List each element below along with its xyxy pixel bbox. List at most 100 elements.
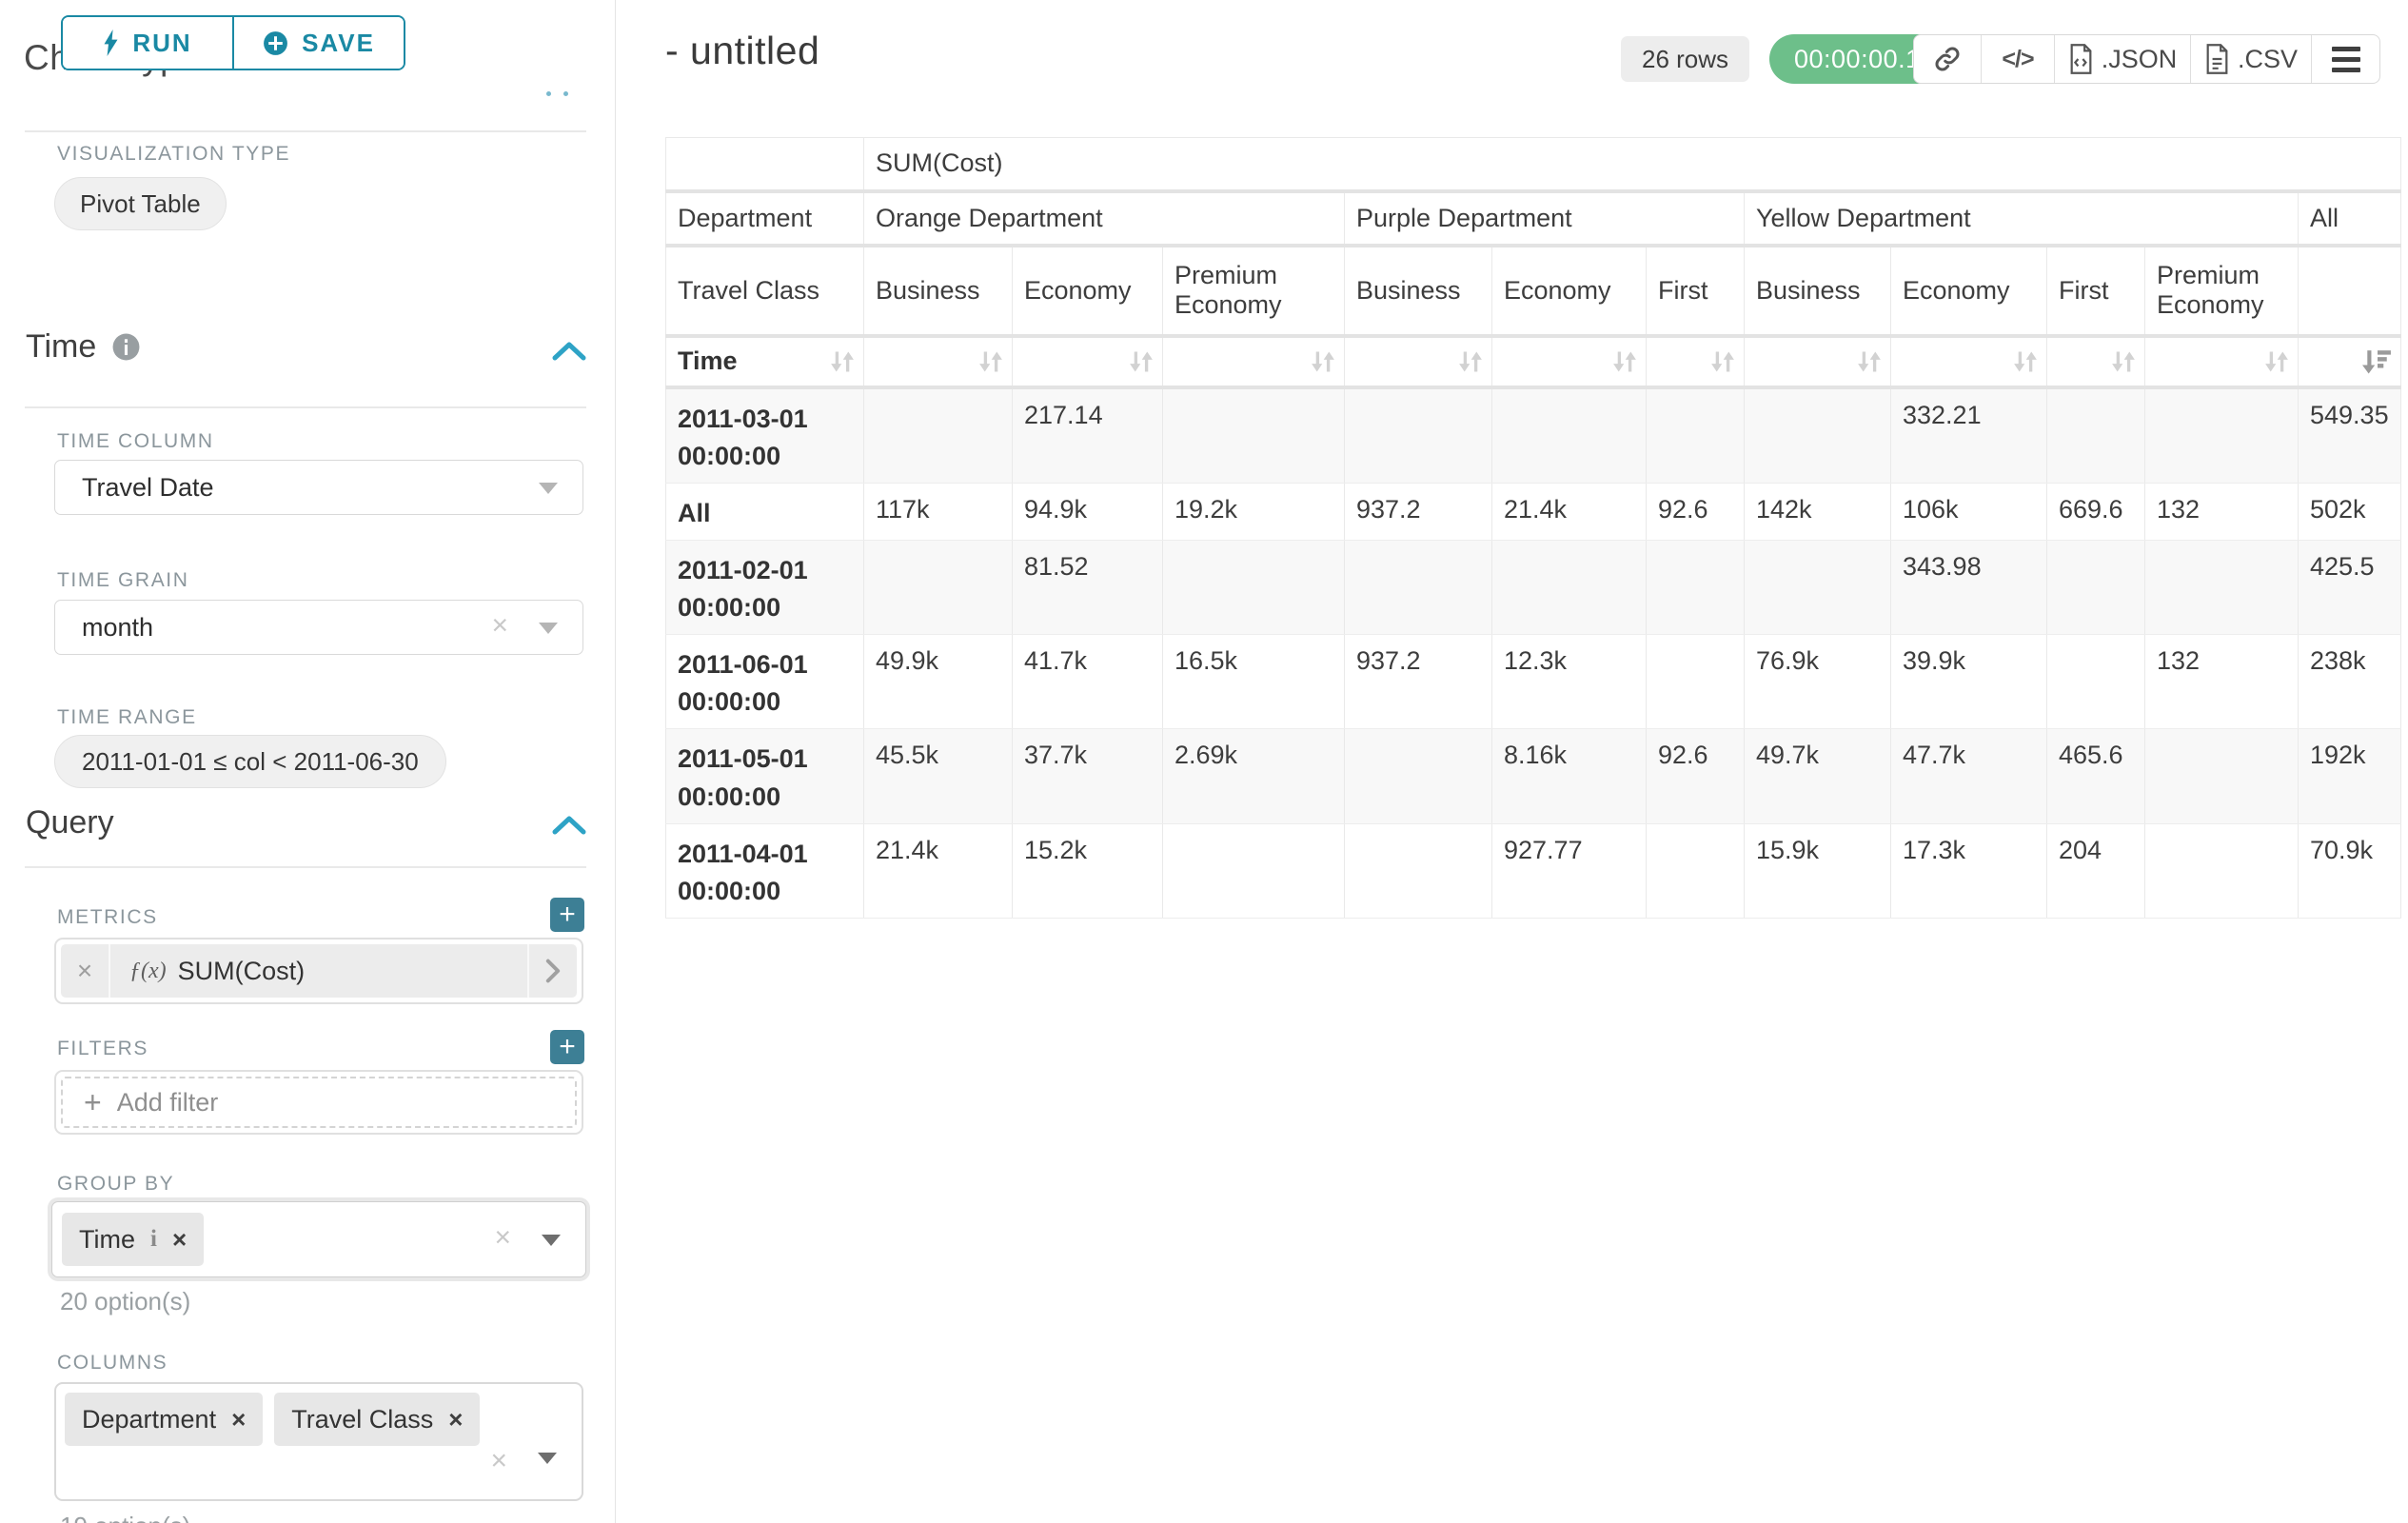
sort-header[interactable] — [1745, 336, 1891, 387]
metric-name: SUM(Cost) — [178, 957, 306, 986]
columns-chip[interactable]: Travel Class × — [274, 1393, 480, 1446]
collapse-query-icon[interactable] — [552, 814, 586, 837]
control-panel: Chart Type RUN SAVE VISUALIZATION TYPE P… — [0, 0, 616, 1523]
table-cell — [1163, 387, 1345, 484]
corner-cell — [666, 138, 864, 191]
sort-header[interactable] — [1013, 336, 1163, 387]
columns-chip[interactable]: Department × — [65, 1393, 263, 1446]
expand-metric-icon[interactable] — [527, 944, 577, 998]
table-cell: 217.14 — [1013, 387, 1163, 484]
export-json-button[interactable]: .JSON — [2054, 35, 2190, 83]
sort-icon — [829, 348, 856, 375]
table-cell — [1345, 729, 1492, 823]
export-csv-button[interactable]: .CSV — [2190, 35, 2311, 83]
table-cell — [1163, 540, 1345, 634]
file-code-icon — [2068, 44, 2094, 74]
sort-header[interactable] — [864, 336, 1013, 387]
table-cell: 49.9k — [864, 635, 1013, 729]
table-cell: 132 — [2145, 483, 2299, 540]
columns-select[interactable]: Department × Travel Class × × — [54, 1382, 583, 1501]
table-cell: 21.4k — [1492, 483, 1647, 540]
add-filter-dropzone[interactable]: + Add filter — [61, 1077, 577, 1128]
col-header: Business — [864, 246, 1013, 336]
table-cell: 49.7k — [1745, 729, 1891, 823]
code-icon: </> — [2002, 46, 2033, 73]
export-toolbar: </> .JSON .CSV — [1913, 34, 2380, 84]
remove-chip-icon[interactable]: × — [448, 1405, 463, 1434]
run-button-label: RUN — [132, 29, 191, 58]
sort-header[interactable] — [1163, 336, 1345, 387]
remove-chip-icon[interactable]: × — [172, 1225, 187, 1255]
chart-title[interactable]: - untitled — [665, 29, 819, 73]
sort-icon — [1709, 348, 1736, 375]
remove-chip-icon[interactable]: × — [231, 1405, 246, 1434]
sort-header[interactable] — [2047, 336, 2145, 387]
table-cell — [2047, 635, 2145, 729]
time-grain-value: month — [82, 613, 153, 643]
view-query-button[interactable]: </> — [1981, 35, 2054, 83]
divider — [25, 866, 586, 868]
copy-link-button[interactable] — [1914, 35, 1981, 83]
group-by-option-count: 20 option(s) — [60, 1287, 190, 1316]
more-options-button[interactable] — [2311, 35, 2379, 83]
filters-label: FILTERS — [57, 1038, 148, 1060]
table-cell: 132 — [2145, 635, 2299, 729]
add-metric-button[interactable]: + — [550, 898, 584, 932]
function-icon: ƒ(x) — [129, 959, 167, 984]
sort-header-time[interactable]: Time — [666, 336, 864, 387]
col-header: Economy — [1013, 246, 1163, 336]
time-range-pill[interactable]: 2011-01-01 ≤ col < 2011-06-30 — [54, 735, 446, 788]
group-header-purple: Purple Department — [1345, 191, 1745, 246]
travel-class-header-row: Travel Class Business Economy Premium Ec… — [666, 246, 2401, 336]
sort-header[interactable] — [1891, 336, 2047, 387]
table-cell: 425.5 — [2299, 540, 2401, 634]
table-cell: 39.9k — [1891, 635, 2047, 729]
row-label: 2011-04-01 00:00:00 — [666, 823, 864, 918]
remove-metric-icon[interactable]: × — [61, 944, 110, 998]
table-cell: 94.9k — [1013, 483, 1163, 540]
metric-chip[interactable]: × ƒ(x) SUM(Cost) — [61, 944, 577, 998]
time-grain-select[interactable]: month × — [54, 600, 583, 655]
menu-icon — [2332, 47, 2360, 72]
table-cell: 332.21 — [1891, 387, 2047, 484]
time-column-select[interactable]: Travel Date — [54, 460, 583, 515]
group-by-chip[interactable]: Time i × — [62, 1213, 204, 1266]
table-cell: 549.35 — [2299, 387, 2401, 484]
chip-label: Travel Class — [291, 1405, 433, 1434]
table-cell: 45.5k — [864, 729, 1013, 823]
department-header-row: Department Orange Department Purple Depa… — [666, 191, 2401, 246]
col-header: First — [2047, 246, 2145, 336]
table-cell: 17.3k — [1891, 823, 2047, 918]
col-header: First — [1647, 246, 1745, 336]
row-label: 2011-06-01 00:00:00 — [666, 635, 864, 729]
sort-header[interactable] — [1647, 336, 1745, 387]
time-section-title: Time — [26, 328, 141, 366]
viz-type-pill[interactable]: Pivot Table — [54, 177, 227, 230]
table-cell — [1647, 540, 1745, 634]
table-cell: 15.2k — [1013, 823, 1163, 918]
clear-icon[interactable]: × — [490, 1445, 507, 1477]
table-row: 2011-04-01 00:00:0021.4k15.2k927.7715.9k… — [666, 823, 2401, 918]
sort-header[interactable] — [2145, 336, 2299, 387]
run-button[interactable]: RUN — [63, 17, 232, 69]
table-cell: 8.16k — [1492, 729, 1647, 823]
sort-header[interactable] — [1345, 336, 1492, 387]
filters-container: + Add filter — [54, 1070, 583, 1135]
row-label: 2011-02-01 00:00:00 — [666, 540, 864, 634]
save-button[interactable]: SAVE — [232, 17, 404, 69]
group-by-select[interactable]: Time i × × — [51, 1201, 586, 1277]
clear-icon[interactable]: × — [494, 1222, 511, 1255]
table-cell: 15.9k — [1745, 823, 1891, 918]
add-filter-button[interactable]: + — [550, 1030, 584, 1064]
table-cell — [1163, 823, 1345, 918]
table-cell — [2145, 387, 2299, 484]
table-cell: 70.9k — [2299, 823, 2401, 918]
table-cell: 465.6 — [2047, 729, 2145, 823]
collapse-time-icon[interactable] — [552, 340, 586, 363]
clear-icon[interactable]: × — [491, 610, 508, 643]
sort-header[interactable] — [1492, 336, 1647, 387]
sort-header[interactable] — [2299, 336, 2401, 387]
table-cell: 41.7k — [1013, 635, 1163, 729]
table-cell — [1492, 540, 1647, 634]
table-cell — [2047, 540, 2145, 634]
